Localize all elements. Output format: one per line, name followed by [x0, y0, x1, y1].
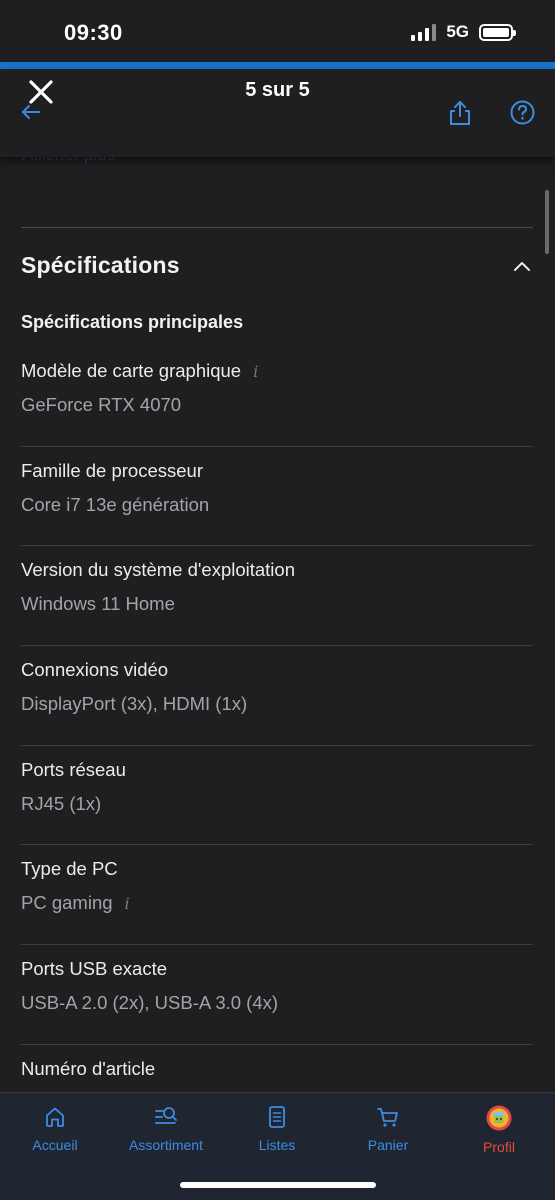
status-bar: 09:30 5G — [0, 0, 555, 62]
spec-value-row: USB-A 2.0 (2x), USB-A 3.0 (4x) — [21, 992, 533, 1014]
spec-content[interactable]: Afficher plus Spécifications Spécificati… — [0, 157, 555, 1092]
accent-line — [0, 62, 555, 69]
modal-header: 5 sur 5 — [0, 69, 555, 157]
cart-icon — [377, 1108, 398, 1127]
spec-label: Famille de processeur — [21, 459, 203, 481]
battery-icon — [479, 23, 516, 41]
spec-label-row: Famille de processeur — [21, 460, 533, 482]
spec-label-row: Modèle de carte graphique i — [21, 360, 533, 382]
info-icon[interactable]: i — [125, 894, 130, 913]
tab-listes[interactable]: Listes — [222, 1105, 332, 1153]
specifications-section-header[interactable]: Spécifications — [21, 252, 533, 286]
help-icon[interactable] — [510, 100, 535, 125]
spec-value: DisplayPort (3x), HDMI (1x) — [21, 693, 248, 715]
subsection-title: Spécifications principales — [21, 312, 244, 332]
spec-label: Modèle de carte graphique — [21, 360, 242, 381]
tab-label: Listes — [258, 1137, 296, 1153]
spec-value-row: GeForce RTX 4070 — [21, 394, 533, 416]
spec-value-row: PC gaming i — [21, 892, 533, 914]
spec-label: Connexions vidéo — [21, 659, 169, 681]
spec-list: Modèle de carte graphique i GeForce RTX 40… — [21, 347, 533, 1092]
spec-row: Connexions vidéo DisplayPort (3x), HDMI (… — [21, 646, 533, 746]
spec-value-row: DisplayPort (3x), HDMI (1x) — [21, 693, 533, 715]
search-list-icon — [155, 1107, 177, 1124]
tab-accueil[interactable]: Accueil — [0, 1105, 110, 1153]
network-type: 5G — [446, 22, 469, 41]
tab-profil[interactable]: Profil — [444, 1105, 554, 1155]
spec-label: Type de PC — [21, 858, 118, 880]
tab-panier[interactable]: Panier — [333, 1105, 443, 1153]
tab-label: Profil — [483, 1139, 515, 1155]
home-indicator — [180, 1182, 376, 1188]
spec-label-row: Version du système d'exploitation — [21, 559, 533, 581]
scrollbar[interactable] — [545, 190, 549, 254]
spec-label-row: Type de PC — [21, 858, 533, 880]
info-icon[interactable]: i — [253, 362, 258, 381]
spec-value-row: RJ45 (1x) — [21, 793, 533, 815]
spec-row: Version du système d'exploitation Windows… — [21, 546, 533, 647]
signal-icon — [411, 23, 437, 41]
spec-value-row: Core i7 13e génération — [21, 494, 533, 516]
spec-label-row: Connexions vidéo — [21, 659, 533, 681]
spec-value: Core i7 13e génération — [21, 493, 210, 515]
spec-value-row: Windows 11 Home — [21, 593, 533, 615]
divider — [21, 227, 533, 228]
spec-row: Numéro d'article — [21, 1045, 533, 1092]
page-counter: 5 sur 5 — [245, 79, 310, 101]
show-more-link[interactable]: Afficher plus — [22, 157, 115, 165]
spec-label-row: Numéro d'article — [21, 1058, 533, 1080]
spec-row: Ports réseau RJ45 (1x) — [21, 746, 533, 846]
spec-value: RJ45 (1x) — [21, 792, 102, 814]
section-title: Spécifications — [21, 252, 180, 278]
spec-row: Ports USB exacte USB-A 2.0 (2x), USB-A 3.… — [21, 945, 533, 1045]
back-arrow-icon[interactable] — [20, 101, 42, 123]
chevron-up-icon[interactable] — [513, 260, 531, 272]
spec-label: Ports réseau — [21, 758, 126, 780]
list-icon — [269, 1106, 285, 1128]
spec-row: Modèle de carte graphique i GeForce RTX 40… — [21, 347, 533, 447]
tab-assortiment[interactable]: Assortiment — [111, 1105, 221, 1153]
home-icon — [46, 1107, 64, 1127]
spec-label-row: Ports USB exacte — [21, 958, 533, 980]
spec-label: Version du système d'exploitation — [21, 559, 295, 581]
spec-row: Type de PC PC gaming i — [21, 845, 533, 946]
spec-value: Windows 11 Home — [21, 593, 175, 615]
spec-label: Ports USB exacte — [21, 958, 168, 980]
spec-value: PC gaming — [21, 892, 113, 914]
tab-label: Assortiment — [129, 1137, 203, 1153]
status-time: 09:30 — [64, 20, 123, 45]
tab-label: Accueil — [32, 1137, 78, 1153]
spec-row: Famille de processeur Core i7 13e générat… — [21, 447, 533, 547]
avatar-icon — [486, 1105, 512, 1131]
spec-label-row: Ports réseau — [21, 759, 533, 781]
spec-value: USB-A 2.0 (2x), USB-A 3.0 (4x) — [21, 992, 279, 1014]
spec-value: GeForce RTX 4070 — [21, 394, 182, 415]
status-indicators: 5G — [411, 22, 516, 42]
share-icon[interactable] — [449, 100, 471, 126]
spec-label: Numéro d'article — [21, 1057, 156, 1079]
tab-label: Panier — [367, 1137, 409, 1153]
